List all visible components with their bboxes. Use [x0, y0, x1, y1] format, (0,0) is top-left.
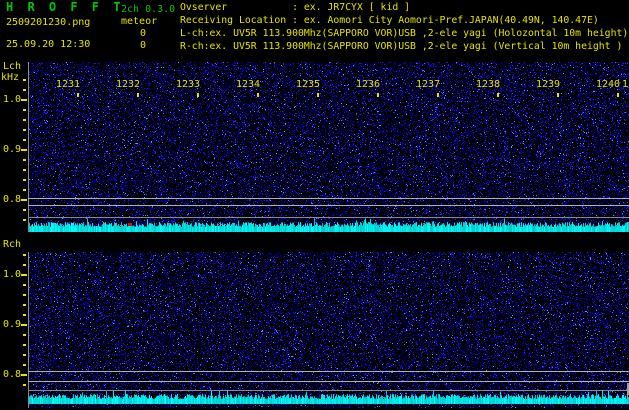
freq-minor-tick: [23, 119, 26, 121]
rch-receiver-line: R-ch:ex. UV5R 113.900Mhz(SAPPORO VOR)USB…: [180, 41, 623, 52]
freq-minor-tick: [23, 284, 26, 286]
freq-major-tick: [21, 199, 27, 201]
rch-spectrogram: [28, 252, 629, 408]
freq-label: 0.8: [3, 369, 22, 380]
meteor-count-rch: 0: [139, 40, 146, 51]
freq-major-tick: [21, 374, 27, 376]
time-tick: [317, 93, 319, 97]
freq-minor-tick: [23, 169, 26, 171]
time-label: 1234: [236, 79, 261, 90]
freq-minor-tick: [23, 219, 26, 221]
time-tick: [137, 93, 139, 97]
freq-minor-tick: [23, 254, 26, 256]
time-tick: [617, 93, 619, 97]
freq-minor-tick: [23, 79, 26, 81]
freq-minor-tick: [23, 189, 26, 191]
time-tick: [497, 93, 499, 97]
time-tick: [197, 93, 199, 97]
time-label: 1239: [536, 79, 561, 90]
hrofft-window: H R O F F T 2ch 0.3.0 2509201230.png met…: [0, 0, 629, 410]
time-tick: [257, 93, 259, 97]
freq-minor-tick: [23, 264, 26, 266]
freq-major-tick: [21, 149, 27, 151]
freq-minor-tick: [23, 354, 26, 356]
time-label: 1235: [296, 79, 321, 90]
time-label: 1236: [356, 79, 381, 90]
freq-major-tick: [21, 274, 27, 276]
app-title: H R O F F T: [6, 0, 124, 14]
time-tick: [437, 93, 439, 97]
time-tick: [377, 93, 379, 97]
time-label: 1231: [56, 79, 81, 90]
lch-receiver-line: L-ch:ex. UV5R 113.900Mhz(SAPPORO VOR)USB…: [180, 28, 629, 39]
app-version: 2ch 0.3.0: [121, 4, 176, 15]
khz-unit-label: kHz: [1, 72, 20, 83]
freq-label: 1.0: [3, 94, 22, 105]
freq-label: 0.8: [3, 194, 22, 205]
time-label: 1233: [176, 79, 201, 90]
receiving-location-line: Receiving Location : ex. Aomori City Aom…: [180, 15, 599, 26]
freq-minor-tick: [23, 334, 26, 336]
time-tick: [77, 93, 79, 97]
time-tick: [557, 93, 559, 97]
time-label: 1237: [416, 79, 441, 90]
freq-minor-tick: [23, 109, 26, 111]
freq-minor-tick: [23, 129, 26, 131]
freq-minor-tick: [23, 179, 26, 181]
freq-minor-tick: [23, 304, 26, 306]
freq-minor-tick: [23, 159, 26, 161]
freq-minor-tick: [23, 139, 26, 141]
rch-panel-label: Rch: [3, 239, 22, 250]
observer-line: Ovserver : ex. JR7CYX [ kid ]: [180, 2, 411, 13]
time-label-partial: 1: [622, 79, 629, 90]
freq-label: 1.0: [3, 269, 22, 280]
freq-minor-tick: [23, 384, 26, 386]
meteor-count-lch: 0: [139, 28, 146, 39]
time-label: 1240: [596, 79, 621, 90]
lch-panel-label: Lch: [3, 61, 22, 72]
datetime-label: 25.09.20 12:30: [6, 39, 91, 50]
freq-major-tick: [21, 99, 27, 101]
freq-minor-tick: [23, 294, 26, 296]
freq-minor-tick: [23, 89, 26, 91]
freq-label: 0.9: [3, 319, 22, 330]
freq-minor-tick: [23, 314, 26, 316]
time-label: 1232: [116, 79, 141, 90]
freq-minor-tick: [23, 209, 26, 211]
freq-minor-tick: [23, 364, 26, 366]
mode-label: meteor: [121, 16, 158, 27]
output-filename: 2509201230.png: [6, 17, 91, 28]
freq-major-tick: [21, 324, 27, 326]
time-label: 1238: [476, 79, 501, 90]
freq-minor-tick: [23, 344, 26, 346]
freq-label: 0.9: [3, 144, 22, 155]
